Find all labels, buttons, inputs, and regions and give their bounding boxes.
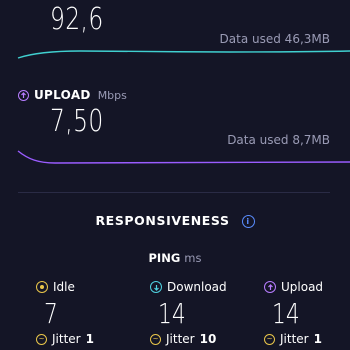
ping-unit: ms bbox=[184, 251, 202, 265]
ping-upload-label: Upload bbox=[281, 280, 324, 294]
info-icon[interactable]: i bbox=[241, 215, 255, 228]
ping-upload-value: 14 bbox=[272, 297, 300, 330]
download-arrow-icon bbox=[150, 281, 162, 293]
jitter-icon: ~ bbox=[36, 333, 47, 345]
jitter-icon: ~ bbox=[264, 333, 275, 345]
upload-header: UPLOAD Mbps bbox=[18, 88, 127, 102]
ping-download-header: Download bbox=[150, 280, 260, 294]
ping-idle-value: 7 bbox=[44, 297, 58, 330]
idle-icon bbox=[36, 281, 48, 293]
ping-upload-header: Upload bbox=[264, 280, 350, 294]
ping-idle-header: Idle bbox=[36, 280, 146, 294]
ping-idle-column: Idle 7 ~ Jitter 1 bbox=[36, 280, 146, 346]
download-speed-graph bbox=[17, 50, 350, 59]
upload-unit: Mbps bbox=[97, 88, 127, 102]
ping-upload-jitter: ~ Jitter 1 bbox=[264, 332, 350, 346]
upload-speed-value: 7,50 bbox=[50, 104, 104, 139]
ping-download-column: Download 14 ~ Jitter 10 bbox=[150, 280, 260, 346]
upload-arrow-icon bbox=[18, 89, 29, 101]
ping-upload-column: Upload 14 ~ Jitter 1 bbox=[264, 280, 350, 346]
upload-arrow-icon bbox=[264, 281, 276, 293]
ping-idle-jitter: ~ Jitter 1 bbox=[36, 332, 146, 346]
jitter-value: 1 bbox=[313, 332, 322, 346]
jitter-icon: ~ bbox=[150, 333, 161, 345]
jitter-label: Jitter bbox=[166, 332, 195, 346]
jitter-value: 10 bbox=[199, 332, 217, 346]
responsiveness-title-text: RESPONSIVENESS bbox=[95, 213, 230, 228]
ping-download-value: 14 bbox=[158, 297, 186, 330]
upload-label: UPLOAD bbox=[34, 88, 91, 102]
responsiveness-title: RESPONSIVENESS i bbox=[0, 213, 350, 228]
jitter-label: Jitter bbox=[280, 332, 309, 346]
jitter-label: Jitter bbox=[52, 332, 81, 346]
ping-label: PING bbox=[148, 251, 181, 265]
ping-title: PING ms bbox=[0, 251, 350, 265]
jitter-value: 1 bbox=[85, 332, 94, 346]
upload-speed-graph bbox=[17, 150, 350, 164]
download-speed-value: 92,6 bbox=[50, 2, 104, 37]
ping-download-jitter: ~ Jitter 10 bbox=[150, 332, 260, 346]
ping-download-label: Download bbox=[167, 280, 227, 294]
ping-idle-label: Idle bbox=[53, 280, 75, 294]
